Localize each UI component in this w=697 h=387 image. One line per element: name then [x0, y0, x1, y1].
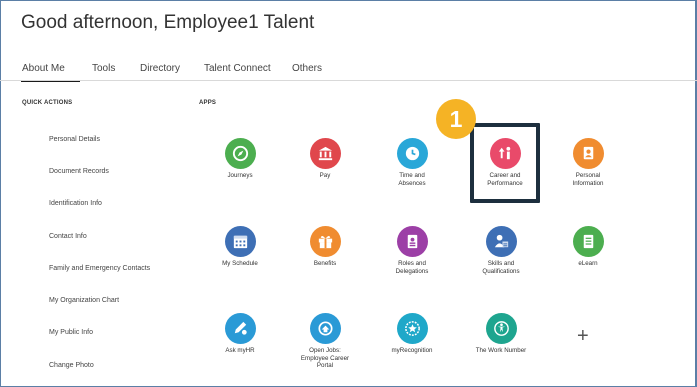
tab-directory[interactable]: Directory	[140, 63, 180, 74]
app-journeys[interactable]: Journeys	[200, 138, 280, 180]
page-greeting: Good afternoon, Employee1 Talent	[21, 12, 315, 33]
app-open-jobs[interactable]: Open Jobs: Employee Career Portal	[285, 313, 365, 370]
app-time-and-absences[interactable]: Time and Absences	[372, 138, 452, 187]
career-performance-highlight-box	[470, 123, 540, 203]
app-elearn[interactable]: eLearn	[548, 226, 628, 268]
badge-star-icon	[404, 321, 420, 336]
app-label: Roles and Delegations	[395, 260, 429, 275]
app-icon-bg	[485, 226, 517, 257]
gift-icon	[318, 236, 332, 249]
app-icon-bg	[309, 226, 341, 257]
app-icon-bg	[309, 313, 341, 344]
tab-divider	[0, 80, 697, 81]
quick-actions-heading: QUICK ACTIONS	[22, 100, 73, 106]
app-icon-bg	[224, 138, 256, 169]
jobs-icon	[317, 321, 333, 336]
app-label: Journeys	[227, 172, 253, 179]
quick-action-identification-info[interactable]: Identification Info	[49, 200, 102, 207]
app-label: Benefits	[313, 260, 337, 267]
quick-action-document-records[interactable]: Document Records	[49, 168, 109, 175]
app-icon-bg	[309, 138, 341, 169]
app-label: The Work Number	[475, 347, 527, 354]
compass-icon	[232, 145, 248, 162]
app-benefits[interactable]: Benefits	[285, 226, 365, 268]
app-icon-bg	[224, 313, 256, 344]
app-pay[interactable]: Pay	[285, 138, 365, 180]
tab-about-me[interactable]: About Me	[22, 63, 65, 74]
bank-icon	[318, 146, 332, 161]
accessibility-icon	[493, 321, 509, 336]
tab-talent-connect[interactable]: Talent Connect	[204, 63, 271, 74]
clock-icon	[405, 146, 419, 161]
quick-action-my-public-info[interactable]: My Public Info	[49, 329, 93, 336]
app-label: Skills and Qualifications	[482, 260, 520, 275]
app-personal-information[interactable]: Personal Information	[548, 138, 628, 187]
chat-pen-icon	[234, 321, 247, 335]
app-icon-bg	[396, 226, 428, 257]
app-ask-myhr[interactable]: Ask myHR	[200, 313, 280, 355]
app-icon-bg	[396, 313, 428, 344]
app-skills-and-qualifications[interactable]: Skills and Qualifications	[461, 226, 541, 275]
app-label: Open Jobs: Employee Career Portal	[300, 347, 350, 370]
add-app-plus-icon[interactable]: +	[577, 326, 589, 346]
app-icon-bg	[572, 138, 604, 169]
calendar-icon	[233, 235, 247, 249]
app-myrecognition[interactable]: myRecognition	[372, 313, 452, 355]
id-badge-icon	[407, 234, 417, 249]
app-label: Personal Information	[572, 172, 604, 187]
quick-action-contact-info[interactable]: Contact Info	[49, 233, 87, 240]
quick-action-family-emergency-contacts[interactable]: Family and Emergency Contacts	[49, 265, 150, 272]
app-label: eLearn	[578, 260, 598, 267]
app-icon-bg	[572, 226, 604, 257]
app-label: Time and Absences	[398, 172, 426, 187]
tab-others[interactable]: Others	[292, 63, 322, 74]
app-label: Pay	[319, 172, 331, 179]
tab-tools[interactable]: Tools	[92, 63, 115, 74]
app-icon-bg	[224, 226, 256, 257]
app-the-work-number[interactable]: The Work Number	[461, 313, 541, 355]
notebook-icon	[583, 234, 593, 249]
person-icon	[583, 146, 593, 160]
step-number-badge: 1	[436, 99, 476, 139]
app-my-schedule[interactable]: My Schedule	[200, 226, 280, 268]
app-icon-bg	[485, 313, 517, 344]
app-label: My Schedule	[222, 260, 258, 267]
app-label: myRecognition	[391, 347, 433, 354]
app-icon-bg	[396, 138, 428, 169]
app-roles-and-delegations[interactable]: Roles and Delegations	[372, 226, 452, 275]
apps-heading: APPS	[199, 100, 217, 106]
app-label: Ask myHR	[225, 347, 255, 354]
quick-action-change-photo[interactable]: Change Photo	[49, 362, 94, 369]
quick-action-personal-details[interactable]: Personal Details	[49, 136, 100, 143]
quick-action-my-organization-chart[interactable]: My Organization Chart	[49, 297, 119, 304]
skills-icon	[494, 234, 508, 248]
